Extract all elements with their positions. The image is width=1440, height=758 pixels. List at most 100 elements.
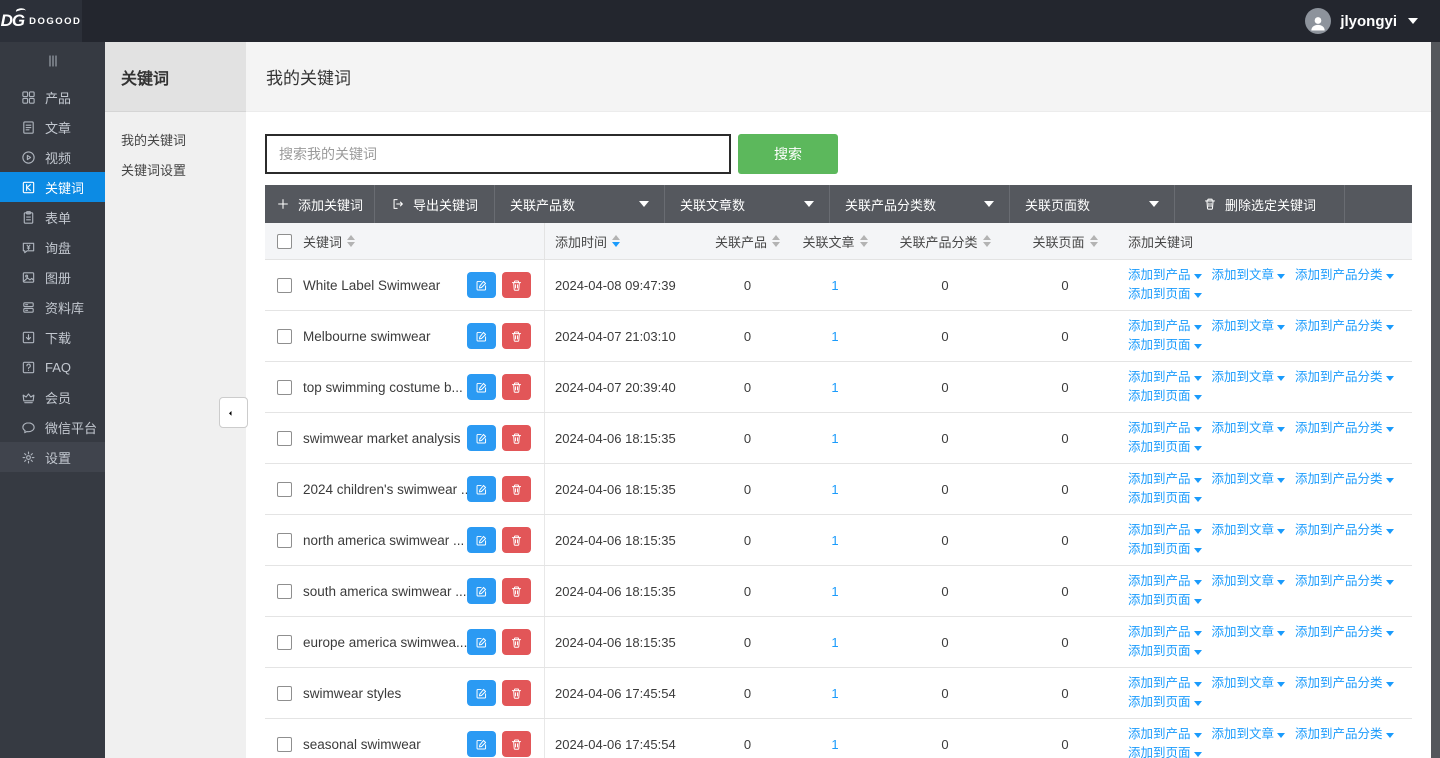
user-menu[interactable]: jlyongyi: [1305, 8, 1440, 34]
add-to-category-link[interactable]: 添加到产品分类: [1295, 470, 1394, 489]
add-to-page-link[interactable]: 添加到页面: [1128, 591, 1202, 610]
delete-button[interactable]: [502, 476, 531, 502]
sidebar-collapse-button[interactable]: [0, 48, 105, 78]
sidebar-item[interactable]: 视频: [0, 142, 105, 172]
subsidebar-collapse-button[interactable]: [219, 397, 248, 428]
row-checkbox[interactable]: [277, 737, 292, 752]
delete-button[interactable]: [502, 374, 531, 400]
column-header-related-pages[interactable]: 关联页面: [1010, 232, 1120, 251]
add-to-article-link[interactable]: 添加到文章: [1212, 725, 1286, 744]
add-to-category-link[interactable]: 添加到产品分类: [1295, 521, 1394, 540]
subsidebar-item[interactable]: 关键词设置: [105, 154, 246, 184]
add-to-article-link[interactable]: 添加到文章: [1212, 470, 1286, 489]
sidebar-item[interactable]: 图册: [0, 262, 105, 292]
row-checkbox[interactable]: [277, 380, 292, 395]
dropdown-related-pages[interactable]: 关联页面数: [1010, 185, 1175, 223]
add-to-article-link[interactable]: 添加到文章: [1212, 317, 1286, 336]
row-checkbox[interactable]: [277, 482, 292, 497]
sidebar-item[interactable]: 询盘: [0, 232, 105, 262]
search-button[interactable]: 搜索: [738, 134, 838, 174]
add-to-category-link[interactable]: 添加到产品分类: [1295, 368, 1394, 387]
column-header-related-products[interactable]: 关联产品: [705, 232, 790, 251]
add-to-article-link[interactable]: 添加到文章: [1212, 572, 1286, 591]
add-to-article-link[interactable]: 添加到文章: [1212, 368, 1286, 387]
add-to-product-link[interactable]: 添加到产品: [1128, 572, 1202, 591]
add-to-article-link[interactable]: 添加到文章: [1212, 266, 1286, 285]
row-checkbox[interactable]: [277, 329, 292, 344]
delete-button[interactable]: [502, 527, 531, 553]
sidebar-item[interactable]: 关键词: [0, 172, 105, 202]
dropdown-related-categories[interactable]: 关联产品分类数: [830, 185, 1010, 223]
delete-button[interactable]: [502, 323, 531, 349]
sidebar-item[interactable]: 下载: [0, 322, 105, 352]
edit-button[interactable]: [467, 731, 496, 757]
add-to-product-link[interactable]: 添加到产品: [1128, 419, 1202, 438]
add-to-article-link[interactable]: 添加到文章: [1212, 674, 1286, 693]
row-checkbox[interactable]: [277, 635, 292, 650]
edit-button[interactable]: [467, 476, 496, 502]
add-to-product-link[interactable]: 添加到产品: [1128, 317, 1202, 336]
add-to-product-link[interactable]: 添加到产品: [1128, 470, 1202, 489]
add-to-category-link[interactable]: 添加到产品分类: [1295, 572, 1394, 591]
edit-button[interactable]: [467, 527, 496, 553]
export-keyword-button[interactable]: 导出关键词: [375, 185, 495, 223]
scrollbar[interactable]: [1431, 42, 1440, 758]
add-to-category-link[interactable]: 添加到产品分类: [1295, 623, 1394, 642]
related-articles-count-link[interactable]: 1: [790, 533, 880, 548]
add-to-page-link[interactable]: 添加到页面: [1128, 540, 1202, 559]
add-to-page-link[interactable]: 添加到页面: [1128, 387, 1202, 406]
related-articles-count-link[interactable]: 1: [790, 584, 880, 599]
add-to-article-link[interactable]: 添加到文章: [1212, 623, 1286, 642]
delete-button[interactable]: [502, 680, 531, 706]
delete-button[interactable]: [502, 272, 531, 298]
delete-button[interactable]: [502, 629, 531, 655]
select-all-checkbox[interactable]: [277, 234, 292, 249]
subsidebar-item[interactable]: 我的关键词: [105, 124, 246, 154]
sidebar-item[interactable]: FAQ: [0, 352, 105, 382]
delete-button[interactable]: [502, 425, 531, 451]
add-to-page-link[interactable]: 添加到页面: [1128, 489, 1202, 508]
search-input[interactable]: [265, 134, 731, 174]
edit-button[interactable]: [467, 680, 496, 706]
add-to-category-link[interactable]: 添加到产品分类: [1295, 317, 1394, 336]
delete-selected-button[interactable]: 删除选定关键词: [1175, 185, 1345, 223]
edit-button[interactable]: [467, 578, 496, 604]
row-checkbox[interactable]: [277, 584, 292, 599]
edit-button[interactable]: [467, 374, 496, 400]
column-header-related-articles[interactable]: 关联文章: [790, 232, 880, 251]
add-to-category-link[interactable]: 添加到产品分类: [1295, 725, 1394, 744]
delete-button[interactable]: [502, 578, 531, 604]
add-to-product-link[interactable]: 添加到产品: [1128, 623, 1202, 642]
add-to-product-link[interactable]: 添加到产品: [1128, 521, 1202, 540]
add-to-product-link[interactable]: 添加到产品: [1128, 368, 1202, 387]
add-to-article-link[interactable]: 添加到文章: [1212, 521, 1286, 540]
add-to-page-link[interactable]: 添加到页面: [1128, 693, 1202, 712]
row-checkbox[interactable]: [277, 533, 292, 548]
add-to-article-link[interactable]: 添加到文章: [1212, 419, 1286, 438]
related-articles-count-link[interactable]: 1: [790, 635, 880, 650]
sidebar-item[interactable]: 设置: [0, 442, 105, 472]
add-to-page-link[interactable]: 添加到页面: [1128, 438, 1202, 457]
add-to-page-link[interactable]: 添加到页面: [1128, 336, 1202, 355]
sidebar-item[interactable]: 会员: [0, 382, 105, 412]
column-header-related-categories[interactable]: 关联产品分类: [880, 232, 1010, 251]
add-to-category-link[interactable]: 添加到产品分类: [1295, 419, 1394, 438]
related-articles-count-link[interactable]: 1: [790, 482, 880, 497]
related-articles-count-link[interactable]: 1: [790, 278, 880, 293]
delete-button[interactable]: [502, 731, 531, 757]
sidebar-item[interactable]: 微信平台: [0, 412, 105, 442]
edit-button[interactable]: [467, 323, 496, 349]
edit-button[interactable]: [467, 272, 496, 298]
add-to-product-link[interactable]: 添加到产品: [1128, 725, 1202, 744]
related-articles-count-link[interactable]: 1: [790, 737, 880, 752]
add-to-page-link[interactable]: 添加到页面: [1128, 285, 1202, 304]
add-keyword-button[interactable]: 添加关键词: [265, 185, 375, 223]
related-articles-count-link[interactable]: 1: [790, 686, 880, 701]
related-articles-count-link[interactable]: 1: [790, 329, 880, 344]
avatar[interactable]: [1305, 8, 1331, 34]
row-checkbox[interactable]: [277, 278, 292, 293]
column-header-added-time[interactable]: 添加时间: [545, 232, 705, 251]
sidebar-item[interactable]: 资料库: [0, 292, 105, 322]
edit-button[interactable]: [467, 425, 496, 451]
add-to-product-link[interactable]: 添加到产品: [1128, 266, 1202, 285]
